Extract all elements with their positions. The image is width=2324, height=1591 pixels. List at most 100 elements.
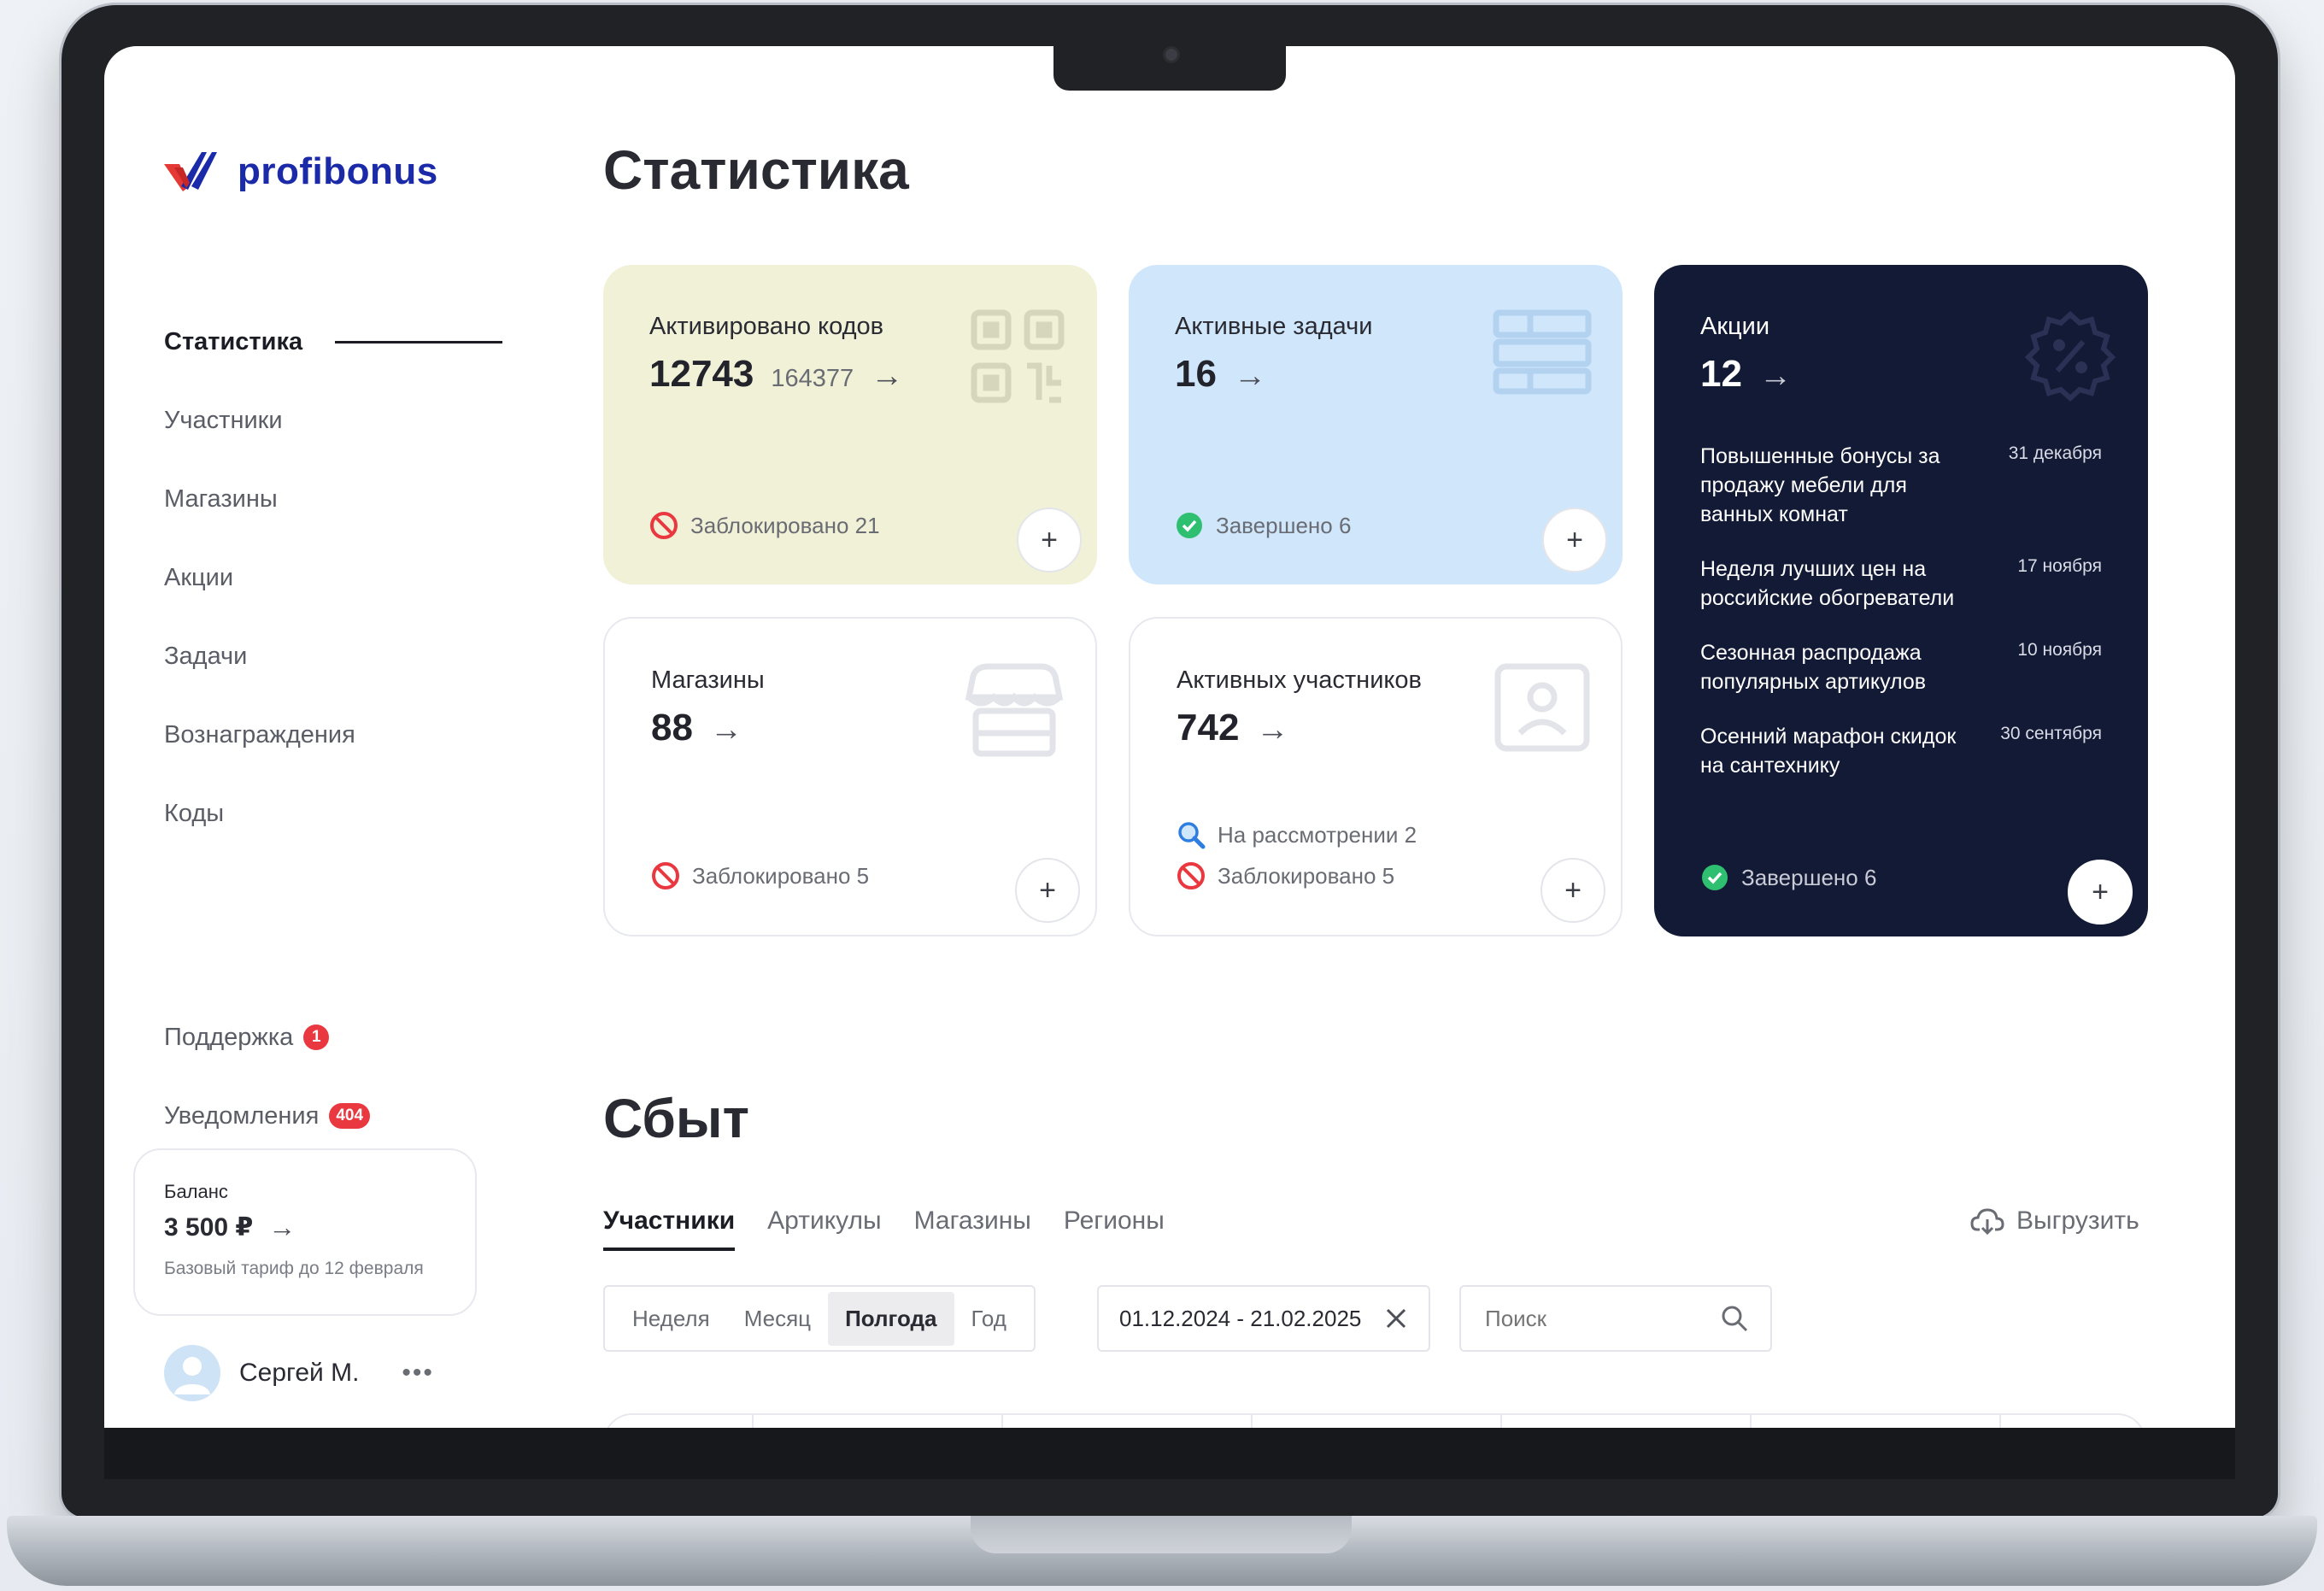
status-text: Заблокировано 5 [692, 862, 870, 889]
tab-participants[interactable]: Участники [603, 1206, 736, 1251]
logo-icon [164, 152, 217, 191]
promo-title: Сезонная распродажа популярных артикулов [1700, 641, 1927, 694]
status-text: Завершено 6 [1741, 864, 1877, 890]
balance-title: Баланс [164, 1181, 228, 1202]
sidebar-item-promos[interactable]: Акции [164, 538, 502, 617]
total-codes: 164377 [771, 365, 854, 392]
period-year[interactable]: Год [954, 1292, 1024, 1346]
discount-badge-icon [2024, 310, 2116, 402]
tasks-grid-icon [1493, 309, 1592, 395]
tasks-count: 16 [1175, 353, 1217, 395]
arrow-right-icon[interactable]: → [710, 712, 742, 749]
arrow-right-icon[interactable]: → [268, 1212, 296, 1243]
sidebar-nav: Статистика Участники Магазины Акции Зада… [164, 302, 503, 853]
sidebar-item-label: Уведомления [164, 1101, 320, 1130]
app-screen: profibonus Статистика Участники Магазины… [104, 46, 2235, 1428]
period-week[interactable]: Неделя [615, 1292, 727, 1346]
sidebar-item-notifications[interactable]: Уведомления 404 [164, 1077, 371, 1155]
page-title: Статистика [603, 139, 909, 201]
participants-count: 742 [1177, 707, 1240, 749]
shop-icon [965, 663, 1064, 757]
balance-amount: 3 500 ₽ → [164, 1212, 446, 1243]
active-indicator [335, 340, 503, 343]
user-profile-icon [1494, 663, 1590, 752]
date-range-field[interactable]: 01.12.2024 - 21.02.2025 [1097, 1285, 1430, 1352]
close-icon[interactable] [1384, 1306, 1408, 1330]
tariff-note: Базовый тариф до 12 февраля [164, 1259, 424, 1278]
export-button[interactable]: Выгрузить [1970, 1206, 2139, 1236]
sidebar-item-statistics[interactable]: Статистика [164, 302, 503, 381]
sidebar-item-label: Поддержка [164, 1023, 294, 1051]
sidebar-item-label: Акции [164, 563, 234, 591]
table-column-divider [752, 1415, 754, 1428]
sidebar-item-rewards[interactable]: Вознаграждения [164, 696, 502, 774]
sidebar-item-label: Статистика [164, 327, 303, 355]
add-button[interactable]: + [1542, 508, 1607, 572]
support-badge: 1 [303, 1024, 330, 1050]
sales-table [603, 1413, 2146, 1428]
tab-shops[interactable]: Магазины [914, 1206, 1031, 1251]
balance-card[interactable]: Баланс 3 500 ₽ → Базовый тариф до 12 фев… [133, 1148, 477, 1316]
sales-tabs: Участники Артикулы Магазины Регионы [603, 1206, 1165, 1251]
sidebar-item-shops[interactable]: Магазины [164, 460, 502, 538]
tab-articles[interactable]: Артикулы [767, 1206, 881, 1251]
period-selector: Неделя Месяц Полгода Год [603, 1285, 1036, 1352]
promo-title: Осенний марафон скидок на сантехнику [1700, 725, 1957, 778]
promo-title: Повышенные бонусы за продажу мебели для … [1700, 444, 1940, 526]
blocked-icon [1177, 862, 1205, 889]
card-active-participants[interactable]: Активных участников 742 → На рассмотрени… [1129, 617, 1623, 936]
promo-list: Повышенные бонусы за продажу мебели для … [1700, 442, 2102, 780]
add-button[interactable]: + [1015, 858, 1080, 923]
promo-title: Неделя лучших цен на российские обогрева… [1700, 557, 1955, 610]
promo-item[interactable]: Осенний марафон скидок на сантехнику 30 … [1700, 722, 2102, 780]
sidebar-item-label: Участники [164, 406, 283, 434]
laptop-bezel-bottom [104, 1428, 2235, 1479]
add-button[interactable]: + [1017, 508, 1082, 572]
arrow-right-icon[interactable]: → [1759, 358, 1792, 395]
sidebar-bottom-links: Поддержка 1 Уведомления 404 [164, 998, 371, 1155]
period-month[interactable]: Месяц [727, 1292, 828, 1346]
sidebar-item-label: Коды [164, 799, 225, 827]
sidebar-item-codes[interactable]: Коды [164, 774, 502, 853]
sidebar-item-tasks[interactable]: Задачи [164, 617, 502, 696]
sidebar-item-participants[interactable]: Участники [164, 381, 502, 460]
promo-date: 10 ноября [2017, 640, 2102, 660]
arrow-right-icon[interactable]: → [1234, 358, 1266, 395]
add-button[interactable]: + [2068, 860, 2133, 925]
card-promotions[interactable]: Акции 12 → Повышенные бонусы за продажу … [1654, 265, 2148, 936]
card-activated-codes[interactable]: Активировано кодов 12743 164377 → Заблок… [603, 265, 1097, 584]
user-profile[interactable]: Сергей М. ••• [164, 1345, 434, 1401]
brand-logo[interactable]: profibonus [164, 150, 438, 193]
promo-date: 30 сентября [2000, 724, 2102, 743]
search-icon[interactable] [1721, 1305, 1748, 1332]
status-text: Заблокировано 21 [690, 512, 880, 538]
user-avatar-icon [174, 1357, 210, 1394]
section-title: Сбыт [603, 1088, 749, 1149]
status-text: Завершено 6 [1216, 512, 1352, 538]
arrow-right-icon[interactable]: → [1256, 712, 1288, 749]
promo-item[interactable]: Сезонная распродажа популярных артикулов… [1700, 638, 2102, 696]
promo-date: 31 декабря [2008, 443, 2102, 463]
add-button[interactable]: + [1541, 858, 1605, 923]
table-column-divider [1750, 1415, 1752, 1428]
more-options-icon[interactable]: ••• [402, 1359, 434, 1388]
completed-status: Завершено 6 [1700, 863, 1876, 892]
sidebar-item-label: Магазины [164, 484, 278, 513]
period-half-year[interactable]: Полгода [828, 1291, 954, 1346]
activated-count: 12743 [649, 353, 754, 395]
avatar [164, 1345, 220, 1401]
promo-item[interactable]: Повышенные бонусы за продажу мебели для … [1700, 442, 2102, 529]
search-input[interactable] [1483, 1304, 1700, 1333]
search-field [1459, 1285, 1772, 1352]
card-active-tasks[interactable]: Активные задачи 16 → Завершено 6 + [1129, 265, 1623, 584]
shops-count: 88 [651, 707, 693, 749]
blocked-status: Заблокировано 5 [651, 861, 869, 890]
sidebar-item-support[interactable]: Поддержка 1 [164, 998, 370, 1077]
status-text: На рассмотрении 2 [1218, 821, 1417, 848]
card-shops[interactable]: Магазины 88 → Заблокировано 5 + [603, 617, 1097, 936]
tab-regions[interactable]: Регионы [1064, 1206, 1165, 1251]
check-circle-icon [1177, 513, 1202, 538]
brand-name: profibonus [238, 150, 438, 192]
arrow-right-icon[interactable]: → [871, 358, 903, 395]
promo-item[interactable]: Неделя лучших цен на российские обогрева… [1700, 555, 2102, 613]
